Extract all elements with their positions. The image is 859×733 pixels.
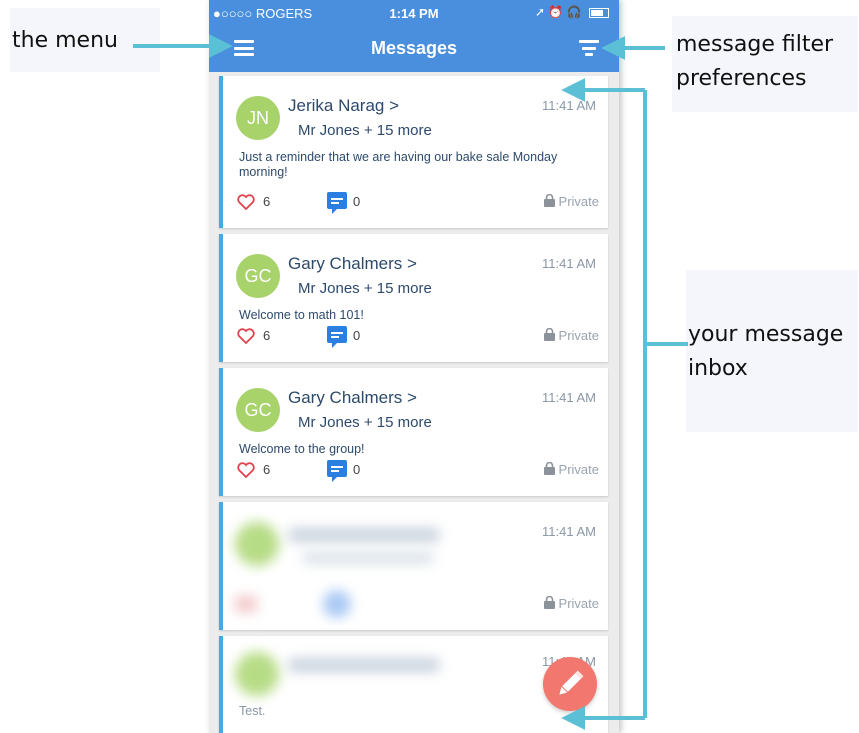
- message-body: Welcome to the group!: [239, 442, 365, 456]
- privacy-text: Private: [558, 462, 599, 477]
- comment-button[interactable]: 0: [327, 460, 360, 485]
- pencil-icon: [559, 670, 584, 695]
- location-icon: ➚: [535, 5, 546, 19]
- recipients: Mr Jones + 15 more: [298, 280, 432, 297]
- comment-icon: [327, 326, 347, 348]
- message-time: 11:41 AM: [542, 524, 596, 539]
- lock-icon: [543, 194, 555, 207]
- privacy-text: Private: [558, 194, 599, 209]
- sender-blurred: [289, 528, 439, 542]
- battery-icon: [589, 7, 609, 18]
- annotation-filter: message filter preferences: [672, 16, 858, 112]
- message-list[interactable]: JN Jerika Narag > Mr Jones + 15 more 11:…: [209, 72, 619, 733]
- recipients: Mr Jones + 15 more: [298, 122, 432, 139]
- sender-name[interactable]: Gary Chalmers >: [288, 388, 417, 408]
- message-footer: Private: [237, 594, 599, 616]
- recipients: Mr Jones + 15 more: [298, 414, 432, 431]
- sender-blurred: [289, 658, 439, 672]
- like-count: 6: [263, 462, 271, 477]
- comment-button[interactable]: 0: [327, 326, 360, 351]
- lock-icon: [543, 462, 555, 475]
- privacy-label: Private: [543, 328, 599, 343]
- alarm-icon: ⏰: [548, 5, 564, 19]
- status-icons: ➚ ⏰ 🎧: [535, 5, 609, 19]
- comment-button[interactable]: 0: [327, 192, 360, 217]
- heart-icon: [237, 328, 255, 345]
- status-bar: ●○○○○ ROGERS 1:14 PM ➚ ⏰ 🎧: [209, 0, 619, 26]
- heart-icon: [237, 462, 255, 479]
- avatar: GC: [236, 388, 280, 432]
- message-card[interactable]: 11:41 AM Private: [219, 502, 608, 630]
- like-button[interactable]: 6: [237, 462, 270, 481]
- comment-count: 0: [353, 194, 361, 209]
- lock-icon: [543, 596, 555, 609]
- privacy-text: Private: [558, 596, 599, 611]
- annotation-menu-text: the menu: [12, 28, 118, 53]
- message-card[interactable]: GC Gary Chalmers > Mr Jones + 15 more 11…: [219, 368, 608, 496]
- comment-icon: [327, 460, 347, 482]
- privacy-label: Private: [543, 462, 599, 477]
- sender-name[interactable]: Gary Chalmers >: [288, 254, 417, 274]
- sender-name[interactable]: Jerika Narag >: [288, 96, 399, 116]
- avatar: GC: [236, 254, 280, 298]
- comment-count: 0: [353, 328, 361, 343]
- like-count: 6: [263, 328, 271, 343]
- recipients-blurred: [303, 552, 433, 564]
- privacy-label: Private: [543, 194, 599, 209]
- avatar: JN: [236, 96, 280, 140]
- message-time: 11:41 AM: [542, 98, 596, 113]
- lock-icon: [543, 328, 555, 341]
- annotation-filter-line2: preferences: [676, 66, 807, 91]
- message-footer: 6 0 Private: [237, 460, 599, 482]
- heart-icon: [237, 194, 255, 211]
- annotation-inbox: your message inbox: [686, 270, 858, 432]
- avatar-blurred: [235, 522, 279, 566]
- like-button[interactable]: 6: [237, 194, 270, 213]
- nav-bar: Messages: [209, 26, 619, 72]
- compose-button[interactable]: [543, 657, 597, 711]
- annotation-menu: the menu: [10, 8, 160, 72]
- privacy-text: Private: [558, 328, 599, 343]
- annotation-inbox-line1: your message: [688, 322, 844, 347]
- message-time: 11:41 AM: [542, 390, 596, 405]
- message-time: 11:41 AM: [542, 256, 596, 271]
- headphones-icon: 🎧: [566, 5, 582, 19]
- like-count: 6: [263, 194, 271, 209]
- phone-screen: ●○○○○ ROGERS 1:14 PM ➚ ⏰ 🎧 Messages JN J…: [209, 0, 619, 733]
- comment-count: 0: [353, 462, 361, 477]
- message-card[interactable]: GC Gary Chalmers > Mr Jones + 15 more 11…: [219, 234, 608, 362]
- privacy-label: Private: [543, 596, 599, 611]
- avatar-blurred: [235, 652, 279, 696]
- message-body: Welcome to math 101!: [239, 308, 364, 322]
- filter-icon[interactable]: [579, 40, 599, 56]
- message-body: Just a reminder that we are having our b…: [239, 150, 558, 179]
- annotation-inbox-line2: inbox: [688, 356, 748, 381]
- page-title: Messages: [370, 38, 458, 58]
- like-button[interactable]: 6: [237, 328, 270, 347]
- comment-icon: [327, 192, 347, 214]
- message-footer: 6 0 Private: [237, 192, 599, 214]
- message-card[interactable]: JN Jerika Narag > Mr Jones + 15 more 11:…: [219, 76, 608, 228]
- annotation-filter-line1: message filter: [676, 32, 834, 57]
- message-footer: 6 0 Private: [237, 326, 599, 348]
